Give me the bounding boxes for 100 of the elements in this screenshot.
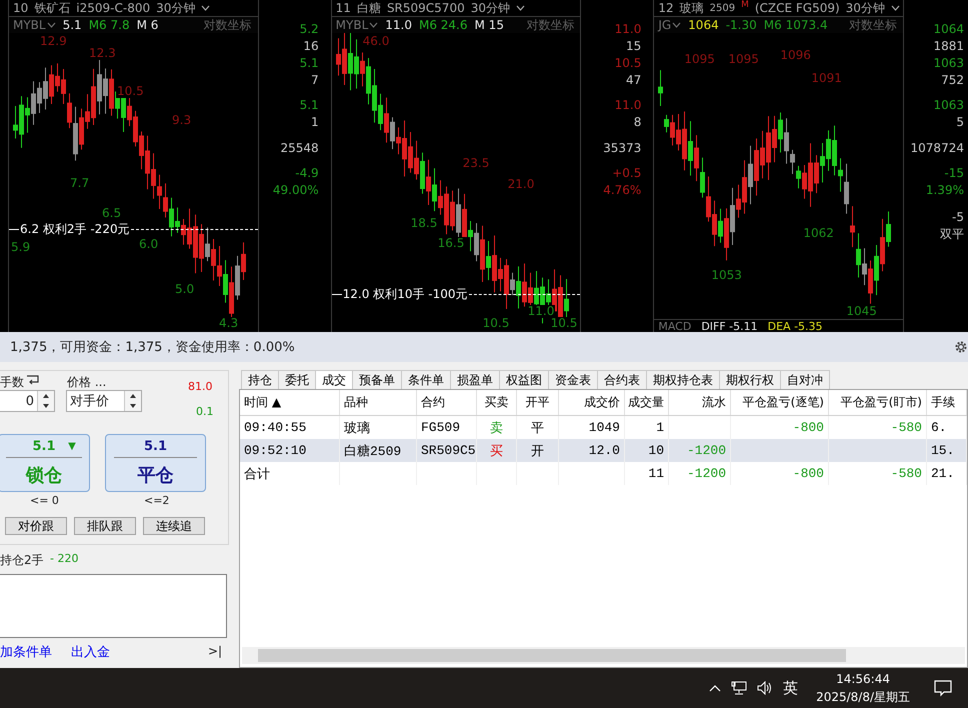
- quote-value: 11.0: [614, 21, 642, 38]
- clock-time[interactable]: 14:56:44: [836, 670, 890, 688]
- price-type-field[interactable]: 对手价: [66, 390, 142, 412]
- panel-link[interactable]: 出入金: [71, 643, 110, 661]
- table-cell: -800: [792, 466, 824, 481]
- tab[interactable]: 持仓: [241, 370, 279, 389]
- price-label: 价格 ...: [67, 374, 106, 391]
- price-label: 23.5: [462, 157, 490, 170]
- price-label: 1053: [710, 269, 743, 282]
- settings-icon[interactable]: [954, 340, 968, 354]
- caret-icon[interactable]: [516, 5, 525, 11]
- quote-value: 1063: [933, 97, 964, 114]
- indicator-value: 11.0: [385, 18, 412, 32]
- quote-value: 1: [311, 114, 319, 131]
- quote-value: -5: [952, 209, 964, 226]
- tab[interactable]: 权益图: [499, 370, 549, 389]
- caret-icon[interactable]: [46, 22, 56, 28]
- indicator-value: 5.1: [62, 18, 82, 32]
- caret-icon[interactable]: [672, 22, 682, 28]
- volume-icon[interactable]: [757, 681, 774, 695]
- tab[interactable]: 委托: [278, 370, 316, 389]
- tab[interactable]: 预备单: [352, 370, 402, 389]
- clock-date[interactable]: 2025/8/8/星期五: [816, 688, 910, 706]
- follow-button[interactable]: 连续追: [143, 517, 205, 535]
- column-header[interactable]: 成交价: [559, 390, 625, 415]
- position-line-label: 6.2 权利2手 -220元: [19, 220, 131, 238]
- indicator-name[interactable]: JG: [658, 18, 672, 32]
- column-header[interactable]: 合约: [417, 390, 477, 415]
- column-header[interactable]: 手续: [927, 390, 967, 415]
- column-header[interactable]: 时间 ▲: [240, 390, 340, 415]
- table-cell: 11: [648, 466, 664, 481]
- instrument-name: 玻璃: [680, 0, 704, 16]
- caret-icon[interactable]: [369, 22, 378, 28]
- upper-price: 81.0: [188, 380, 212, 393]
- period-selector[interactable]: 30分钟: [156, 0, 196, 16]
- column-header[interactable]: 平仓盈亏(逐笔): [731, 390, 829, 415]
- column-header[interactable]: 流水: [669, 390, 731, 415]
- price-label: 21.0: [506, 178, 536, 191]
- notification-icon[interactable]: [934, 680, 952, 696]
- quote-value: 1064: [933, 21, 964, 38]
- table-cell-text: 开: [531, 442, 544, 460]
- tab[interactable]: 期权行权: [719, 370, 781, 389]
- table-cell-text: 白糖2509: [344, 442, 402, 460]
- table-cell-text: 玻璃: [344, 420, 370, 436]
- trade-row[interactable]: 合计 11 -1200 -800 -580 21.: [240, 462, 967, 485]
- network-icon[interactable]: [731, 681, 748, 695]
- price-label: 16.5: [436, 237, 466, 250]
- price-label: 1096: [779, 49, 812, 62]
- column-header[interactable]: 品种: [340, 390, 417, 415]
- caret-icon[interactable]: [890, 5, 900, 11]
- instrument-name: 白糖: [356, 0, 381, 16]
- column-header[interactable]: 开平: [517, 390, 559, 415]
- trade-row[interactable]: 09:52:10 白糖2509 SR509C5 买 开 12.0 10 -1200 15.: [240, 439, 967, 462]
- chevron-up-icon[interactable]: [709, 684, 722, 692]
- caret-icon[interactable]: [201, 5, 210, 11]
- quantity-label: 手数: [0, 374, 24, 391]
- horizontal-scrollbar[interactable]: [242, 647, 965, 664]
- instrument-name: 铁矿石: [34, 0, 70, 16]
- period-selector[interactable]: 30分钟: [470, 0, 510, 16]
- price-label: 46.0: [362, 35, 390, 48]
- price-label: 6.5: [101, 207, 122, 220]
- column-header[interactable]: 平仓盈亏(盯市): [829, 390, 927, 415]
- tab[interactable]: 资金表: [548, 370, 598, 389]
- column-header[interactable]: 买卖: [477, 390, 517, 415]
- quote-value: 5.2: [300, 21, 319, 38]
- tab[interactable]: 损盈单: [450, 370, 500, 389]
- quote-value: 5.1: [300, 97, 319, 114]
- spinner-arrows-icon[interactable]: [37, 391, 54, 411]
- table-cell-text: 卖: [490, 420, 503, 436]
- return-icon[interactable]: [26, 375, 39, 386]
- indicator-name[interactable]: MYBL: [336, 18, 368, 32]
- quote-value: 1078724: [910, 140, 964, 157]
- table-cell: 21.: [931, 466, 954, 481]
- expand-button[interactable]: >|: [208, 644, 222, 658]
- indicator-name[interactable]: MYBL: [13, 18, 46, 32]
- tab[interactable]: 条件单: [401, 370, 451, 389]
- indicator-value: M 6: [136, 18, 158, 32]
- table-cell-text: 买: [490, 442, 503, 460]
- order-button[interactable]: 5.1 平仓: [105, 434, 206, 492]
- contract-code: i2509-C-800: [76, 1, 150, 15]
- panel-link[interactable]: 加条件单: [0, 643, 52, 661]
- column-header[interactable]: 成交量: [625, 390, 669, 415]
- tab[interactable]: 期权持仓表: [646, 370, 720, 389]
- price-label: 1062: [802, 227, 835, 240]
- tab[interactable]: 合约表: [597, 370, 647, 389]
- follow-button[interactable]: 对价跟: [5, 517, 67, 535]
- spinner-arrows-icon[interactable]: [124, 391, 141, 411]
- input-method-indicator[interactable]: 英: [783, 678, 798, 698]
- tab[interactable]: 自对冲: [780, 370, 830, 389]
- message-box[interactable]: [0, 574, 227, 638]
- price-label: 1095: [683, 53, 716, 66]
- quote-value: 35373: [603, 140, 642, 157]
- period-selector[interactable]: 30分钟: [846, 0, 885, 16]
- follow-button[interactable]: 排队跟: [74, 517, 136, 535]
- position-pnl: - 220: [50, 552, 78, 565]
- indicator-name[interactable]: MACD: [658, 320, 692, 332]
- quantity-field[interactable]: 0: [0, 390, 55, 412]
- tab[interactable]: 成交: [315, 370, 353, 389]
- price-label: 1045: [845, 305, 878, 318]
- quote-value: 16: [303, 38, 319, 55]
